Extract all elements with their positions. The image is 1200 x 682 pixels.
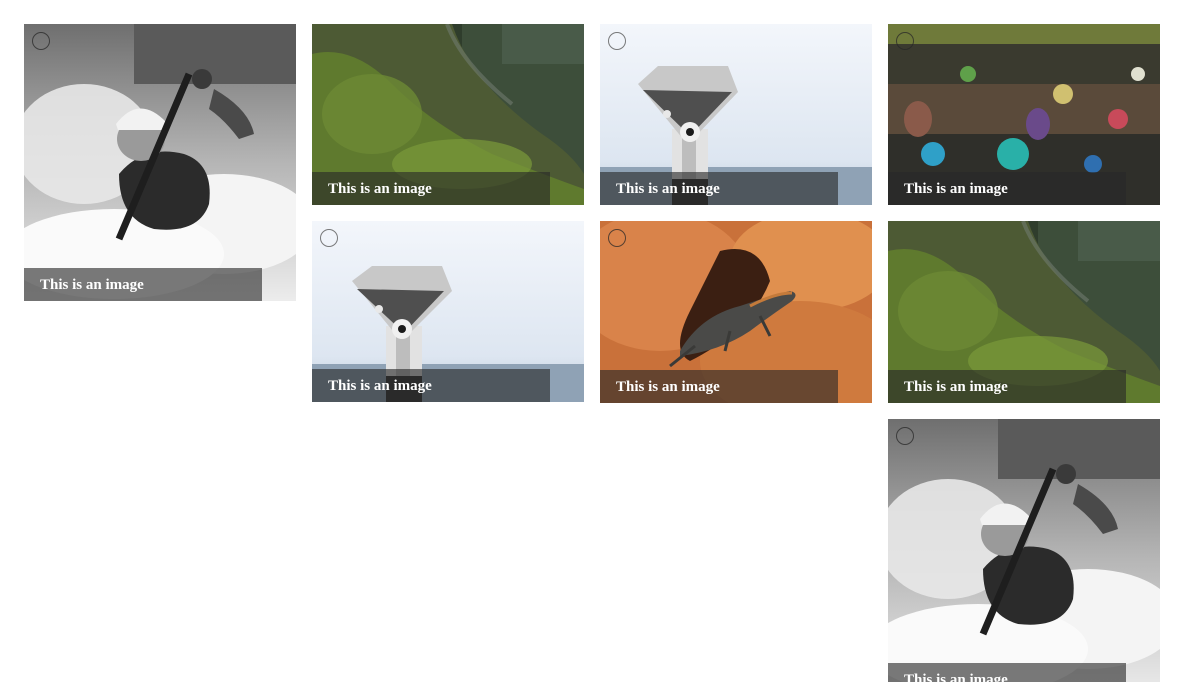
- gallery-tile-kayak[interactable]: This is an image: [888, 419, 1160, 682]
- gallery-column-1: This is an image: [24, 24, 296, 317]
- image-gallery: This is an image This is an image This i…: [0, 0, 1200, 682]
- gallery-tile-moss[interactable]: This is an image: [888, 221, 1160, 403]
- kayak-photo: [888, 419, 1160, 682]
- gallery-tile-binoculars[interactable]: This is an image: [600, 24, 872, 205]
- select-circle-icon[interactable]: [608, 229, 626, 247]
- select-circle-icon[interactable]: [896, 427, 914, 445]
- image-caption: This is an image: [24, 268, 262, 301]
- gallery-tile-binoculars[interactable]: This is an image: [312, 221, 584, 402]
- kayak-photo: [24, 24, 296, 301]
- gallery-tile-market[interactable]: This is an image: [888, 24, 1160, 205]
- select-circle-icon[interactable]: [608, 32, 626, 50]
- image-caption: This is an image: [312, 172, 550, 205]
- image-caption: This is an image: [600, 370, 838, 403]
- image-caption: This is an image: [312, 369, 550, 402]
- image-caption: This is an image: [888, 370, 1126, 403]
- gallery-tile-lizard[interactable]: This is an image: [600, 221, 872, 403]
- gallery-tile-kayak[interactable]: This is an image: [24, 24, 296, 301]
- image-caption: This is an image: [888, 172, 1126, 205]
- gallery-column-4: This is an image This is an image This i…: [888, 24, 1160, 682]
- image-caption: This is an image: [888, 663, 1126, 682]
- select-circle-icon[interactable]: [320, 229, 338, 247]
- select-circle-icon[interactable]: [32, 32, 50, 50]
- gallery-column-3: This is an image This is an image: [600, 24, 872, 419]
- gallery-column-2: This is an image This is an image: [312, 24, 584, 418]
- image-caption: This is an image: [600, 172, 838, 205]
- select-circle-icon[interactable]: [896, 32, 914, 50]
- gallery-tile-moss[interactable]: This is an image: [312, 24, 584, 205]
